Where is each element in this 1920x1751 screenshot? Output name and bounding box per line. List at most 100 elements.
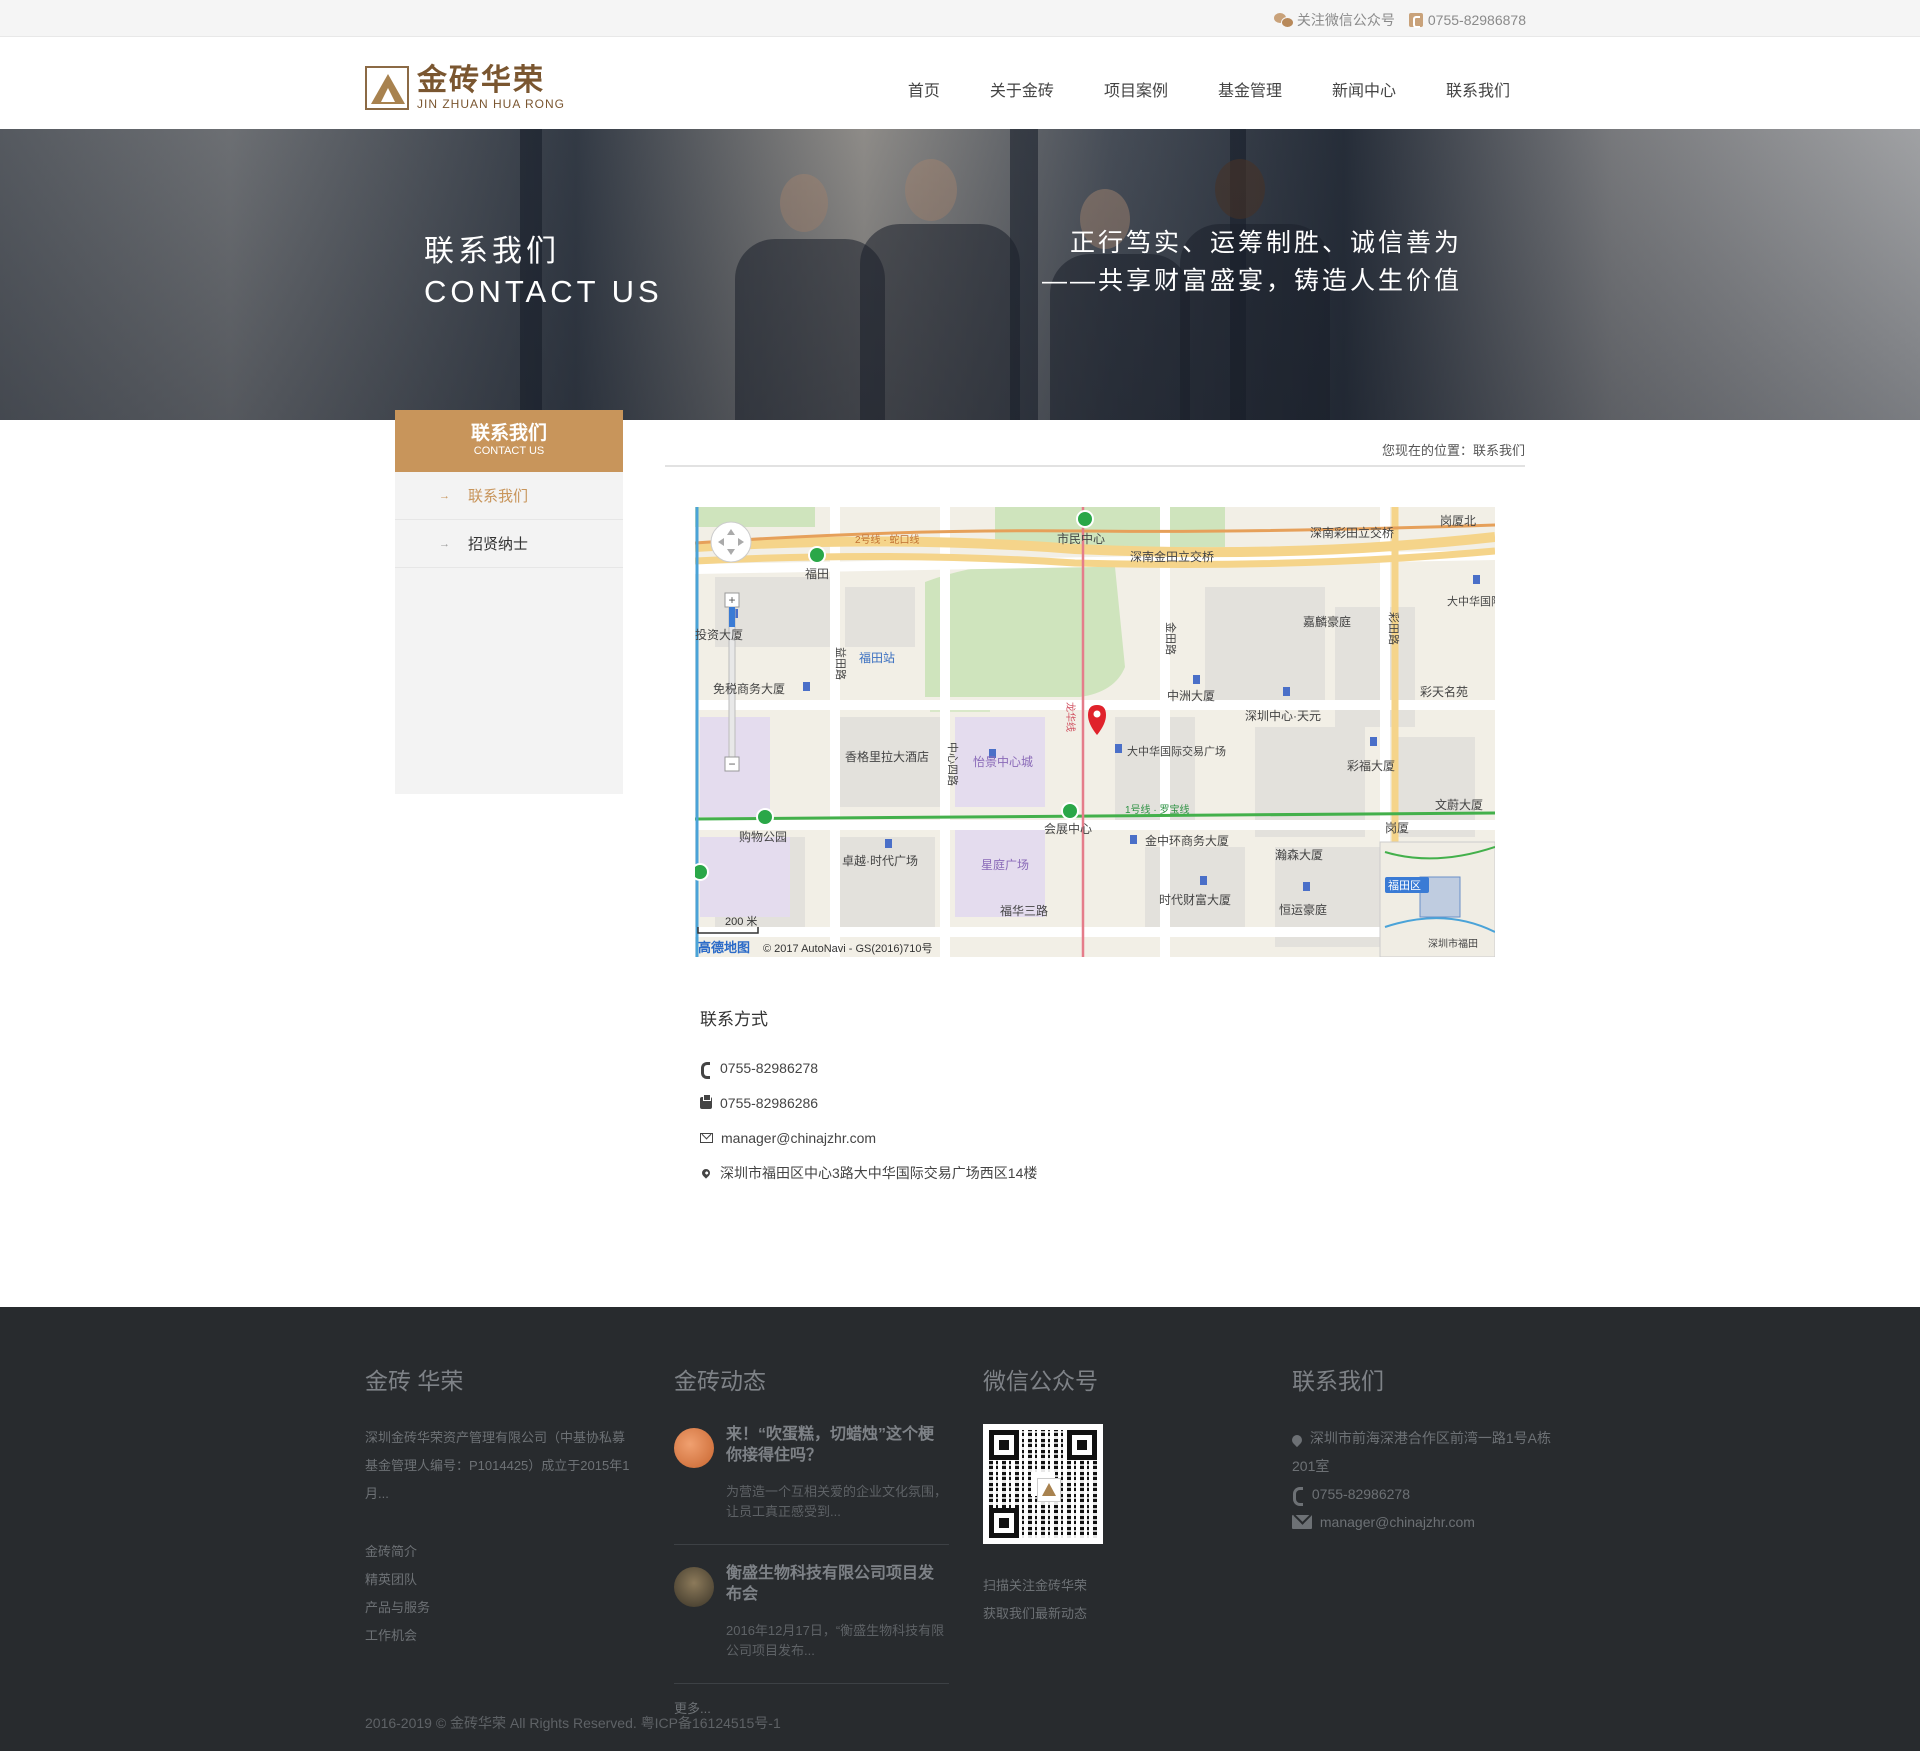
contact-fax-row: 0755-82986286: [700, 1085, 1037, 1120]
news-item[interactable]: 衡盛生物科技有限公司项目发布会 2016年12月17日，“衡盛生物科技有限公司项…: [674, 1563, 949, 1684]
map-label: 福田区: [1388, 878, 1421, 892]
location-map[interactable]: + − 市民中心 福田 深南金田立交桥 深南彩田立交桥 岗厦北 投资大厦 福田站…: [695, 507, 1495, 957]
map-label: 金田路: [1164, 622, 1178, 655]
map-label: 福田: [805, 566, 829, 581]
nav-projects[interactable]: 项目案例: [1104, 77, 1168, 101]
news-title[interactable]: 来！“吹蛋糕，切蜡烛”这个梗你接得住吗？: [726, 1424, 949, 1466]
map-label: 投资大厦: [695, 627, 743, 642]
map-provider: 高德地图: [698, 940, 750, 955]
banner-title-cn: 联系我们: [424, 235, 560, 268]
map-label: 彩福大厦: [1347, 758, 1395, 773]
breadcrumb: 您现在的位置：联系我们: [665, 437, 1525, 467]
contact-email[interactable]: manager@chinajzhr.com: [721, 1130, 876, 1146]
banner-title: 联系我们 CONTACT US: [424, 233, 663, 313]
banner-title-en: CONTACT US: [424, 274, 663, 309]
nav-contact[interactable]: 联系我们: [1446, 77, 1510, 101]
map-label: 深圳市福田: [1428, 937, 1478, 950]
map-label: 瀚森大厦: [1275, 847, 1323, 862]
map-label: 大中华国际交易广场: [1127, 744, 1226, 758]
page-banner: 联系我们 CONTACT US 正行笃实、运筹制胜、诚信善为 ——共享财富盛宴，…: [0, 129, 1920, 420]
footer-about-text: 深圳金砖华荣资产管理有限公司（中基协私募基金管理人编号：P1014425）成立于…: [365, 1430, 630, 1501]
news-desc: 为营造一个互相关爱的企业文化氛围，让员工真正感受到...: [726, 1484, 948, 1519]
wechat-follow-label: 关注微信公众号: [1296, 12, 1395, 28]
map-label: 星庭广场: [981, 857, 1029, 872]
arrow-right-icon: →: [439, 537, 450, 550]
map-label: 购物公园: [739, 829, 787, 844]
map-label: 中心四路: [946, 742, 959, 786]
sidebar-item-careers[interactable]: → 招贤纳士: [395, 520, 623, 568]
footer-contact-heading: 联系我们: [1292, 1368, 1384, 1394]
main-nav: 首页 关于金砖 项目案例 基金管理 新闻中心 联系我们: [858, 77, 1510, 101]
footer-about-heading: 金砖 华荣: [365, 1368, 464, 1394]
contact-phone-row: 0755-82986278: [700, 1050, 1037, 1085]
footer-links: 金砖简介 精英团队 产品与服务 工作机会: [365, 1538, 635, 1650]
footer-link-team[interactable]: 精英团队: [365, 1566, 635, 1594]
map-label: 彩天名苑: [1420, 684, 1468, 699]
news-thumbnail: [674, 1428, 714, 1468]
footer-phone: 0755-82986278: [1311, 1486, 1410, 1502]
nav-about[interactable]: 关于金砖: [990, 77, 1054, 101]
map-label: 免税商务大厦: [713, 681, 785, 696]
footer-phone-row: 0755-82986278: [1292, 1480, 1562, 1508]
arrow-right-icon: →: [439, 489, 450, 502]
news-title[interactable]: 衡盛生物科技有限公司项目发布会: [726, 1563, 949, 1605]
footer-address-row: 深圳市前海深港合作区前湾一路1号A栋201室: [1289, 1424, 1562, 1480]
footer-about: 金砖 华荣 深圳金砖华荣资产管理有限公司（中基协私募基金管理人编号：P10144…: [365, 1362, 635, 1650]
footer-link-jobs[interactable]: 工作机会: [365, 1622, 635, 1650]
wechat-qr-code: [983, 1424, 1103, 1544]
sidebar-header: 联系我们 CONTACT US: [395, 410, 623, 472]
sidebar-title-cn: 联系我们: [470, 423, 547, 444]
svg-text:−: −: [728, 757, 735, 771]
map-label: 市民中心: [1057, 531, 1105, 546]
footer-email[interactable]: manager@chinajzhr.com: [1320, 1514, 1475, 1530]
footer-link-products[interactable]: 产品与服务: [365, 1594, 635, 1622]
logo-text-cn: 金砖华荣: [417, 64, 545, 97]
banner-slogan: 正行笃实、运筹制胜、诚信善为 ——共享财富盛宴，铸造人生价值: [1042, 224, 1462, 300]
contact-email-row: manager@chinajzhr.com: [700, 1120, 1037, 1155]
footer-link-intro[interactable]: 金砖简介: [365, 1538, 635, 1566]
map-label: 会展中心: [1044, 821, 1092, 836]
footer-news-heading: 金砖动态: [674, 1368, 766, 1394]
banner-overlay: [0, 129, 1920, 420]
map-label: 香格里拉大酒店: [845, 749, 929, 764]
nav-home[interactable]: 首页: [908, 77, 940, 101]
banner-slogan-line1: 正行笃实、运筹制胜、诚信善为: [1069, 229, 1462, 257]
map-label: 大中华国际金融中心: [1447, 594, 1495, 608]
wechat-follow-link[interactable]: 关注微信公众号: [1273, 10, 1395, 30]
footer-email-row: manager@chinajzhr.com: [1292, 1508, 1562, 1536]
sidebar-item-label: 联系我们: [468, 488, 529, 505]
map-label: 龙华线: [1064, 702, 1077, 732]
nav-news[interactable]: 新闻中心: [1332, 77, 1396, 101]
map-label: 金中环商务大厦: [1145, 833, 1229, 848]
fax-icon: [700, 1093, 712, 1109]
footer-wechat-heading: 微信公众号: [983, 1368, 1098, 1394]
sidebar-item-label: 招贤纳士: [468, 536, 529, 553]
sidebar-item-contact[interactable]: → 联系我们: [395, 472, 623, 520]
wechat-icon: [1273, 13, 1294, 28]
contact-address-row: 深圳市福田区中心3路大中华国际交易广场西区14楼: [700, 1155, 1037, 1190]
map-label: 彩田路: [1387, 612, 1400, 645]
qr-finder: [989, 1508, 1019, 1538]
wechat-caption-1: 扫描关注金砖华荣: [983, 1578, 1088, 1593]
map-canvas[interactable]: + − 市民中心 福田 深南金田立交桥 深南彩田立交桥 岗厦北 投资大厦 福田站…: [695, 507, 1495, 957]
news-thumbnail: [674, 1567, 714, 1607]
news-item[interactable]: 来！“吹蛋糕，切蜡烛”这个梗你接得住吗？ 为营造一个互相关爱的企业文化氛围，让员…: [674, 1424, 949, 1545]
footer-contact: 联系我们 深圳市前海深港合作区前湾一路1号A栋201室 0755-8298627…: [1289, 1362, 1562, 1536]
map-label: 岗厦: [1385, 821, 1409, 835]
top-bar: 关注微信公众号 0755-82986878: [0, 0, 1920, 37]
map-label: 福田站: [859, 650, 895, 665]
footer-address: 深圳市前海深港合作区前湾一路1号A栋201室: [1292, 1430, 1552, 1474]
map-label: 福华三路: [1000, 903, 1048, 918]
map-marker-icon: [700, 1166, 712, 1179]
qr-finder: [1067, 1430, 1097, 1460]
map-label: 怡景中心城: [973, 754, 1033, 769]
map-label: 深南金田立交桥: [1130, 549, 1214, 564]
sidebar: 联系我们 CONTACT US → 联系我们 → 招贤纳士: [395, 410, 623, 794]
map-label: 益田路: [834, 647, 848, 680]
envelope-icon: [1292, 1515, 1312, 1529]
site-logo[interactable]: 金砖华荣 JIN ZHUAN HUA RONG: [365, 65, 565, 111]
nav-funds[interactable]: 基金管理: [1218, 77, 1282, 101]
logo-text-en: JIN ZHUAN HUA RONG: [417, 97, 566, 111]
top-phone: 0755-82986878: [1408, 12, 1526, 28]
map-label: 1号线 · 罗宝线: [1125, 803, 1189, 816]
